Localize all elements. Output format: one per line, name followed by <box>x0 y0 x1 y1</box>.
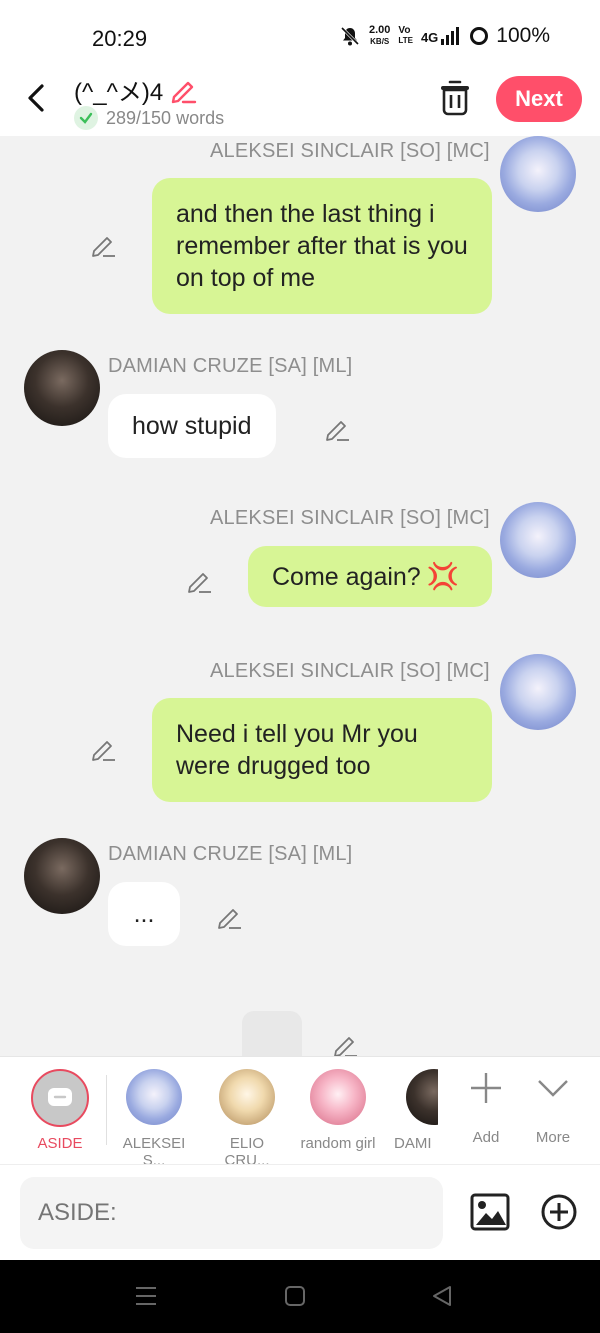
pencil-icon[interactable] <box>169 76 197 104</box>
mute-bell-icon <box>340 26 360 46</box>
check-icon <box>74 106 98 130</box>
message-bubble[interactable]: Come again? 💢 <box>248 546 492 607</box>
signal-icon: 4G <box>421 27 462 45</box>
speaker-name: DAMIAN CRUZE [SA] [ML] <box>108 355 353 377</box>
volte-indicator: Vo LTE <box>398 25 413 46</box>
home-square-icon[interactable] <box>284 1285 306 1307</box>
edit-icon[interactable] <box>186 568 212 594</box>
speaker-name: ALEKSEI SINCLAIR [SO] [MC] <box>210 660 490 682</box>
edit-icon[interactable] <box>216 904 242 930</box>
network-speed: 2.00 KB/S <box>369 24 391 47</box>
anger-emoji: 💢 <box>426 561 460 591</box>
back-triangle-icon[interactable] <box>430 1284 454 1308</box>
story-title[interactable]: (^_^メ)4 <box>74 72 197 107</box>
chevron-down-icon <box>538 1080 568 1097</box>
next-button[interactable]: Next <box>496 76 582 122</box>
edit-icon[interactable] <box>332 1032 358 1056</box>
aside-input[interactable] <box>20 1177 443 1249</box>
edit-icon[interactable] <box>90 736 116 762</box>
chat-bubble-icon <box>31 1069 89 1127</box>
speaker-name: ALEKSEI SINCLAIR [SO] [MC] <box>210 140 490 162</box>
image-icon[interactable] <box>470 1193 510 1231</box>
message-bubble[interactable]: Need i tell you Mr you were drugged too <box>152 698 492 802</box>
plus-icon <box>471 1073 501 1103</box>
character-aleksei[interactable]: ALEKSEI S... <box>114 1069 194 1169</box>
battery-percent: 100% <box>496 24 550 47</box>
message-bubble[interactable]: how stupid <box>108 394 276 458</box>
edit-icon[interactable] <box>90 232 116 258</box>
battery-icon <box>470 27 489 45</box>
aside-character[interactable]: ASIDE <box>20 1069 100 1152</box>
avatar <box>310 1069 366 1125</box>
avatar <box>219 1069 275 1125</box>
trash-icon[interactable] <box>438 78 472 116</box>
composer <box>0 1164 600 1260</box>
speaker-name: ALEKSEI SINCLAIR [SO] [MC] <box>210 507 490 529</box>
avatar[interactable] <box>500 502 576 578</box>
menu-icon[interactable] <box>134 1285 158 1307</box>
message-bubble[interactable]: ... <box>108 882 180 946</box>
clock: 20:29 <box>92 26 148 51</box>
system-nav-bar <box>0 1260 600 1333</box>
avatar[interactable] <box>500 654 576 730</box>
story-header: (^_^メ)4 289/150 words Next <box>0 62 600 136</box>
avatar[interactable] <box>24 350 100 426</box>
chat-area[interactable]: ALEKSEI SINCLAIR [SO] [MC] and then the … <box>0 136 600 1056</box>
character-random-girl[interactable]: random girl <box>298 1069 378 1152</box>
avatar[interactable] <box>500 136 576 212</box>
status-icons: 2.00 KB/S Vo LTE 4G 100% <box>339 24 550 48</box>
character-elio[interactable]: ELIO CRU... <box>207 1069 287 1169</box>
speaker-name: DAMIAN CRUZE [SA] [ML] <box>108 843 353 865</box>
message-bubble[interactable]: and then the last thing i remember after… <box>152 178 492 314</box>
character-selector: ASIDE ALEKSEI S... ELIO CRU... random gi… <box>0 1056 600 1169</box>
edit-icon[interactable] <box>324 416 350 442</box>
avatar[interactable] <box>24 838 100 914</box>
aside-bubble[interactable]: . <box>242 1011 302 1056</box>
add-circle-icon[interactable] <box>540 1193 578 1231</box>
character-damian[interactable]: DAMI <box>388 1069 438 1152</box>
divider <box>106 1075 107 1145</box>
avatar <box>406 1069 438 1125</box>
avatar <box>126 1069 182 1125</box>
more-button[interactable]: More <box>513 1071 593 1146</box>
word-count: 289/150 words <box>74 106 224 130</box>
back-icon[interactable] <box>22 80 52 116</box>
